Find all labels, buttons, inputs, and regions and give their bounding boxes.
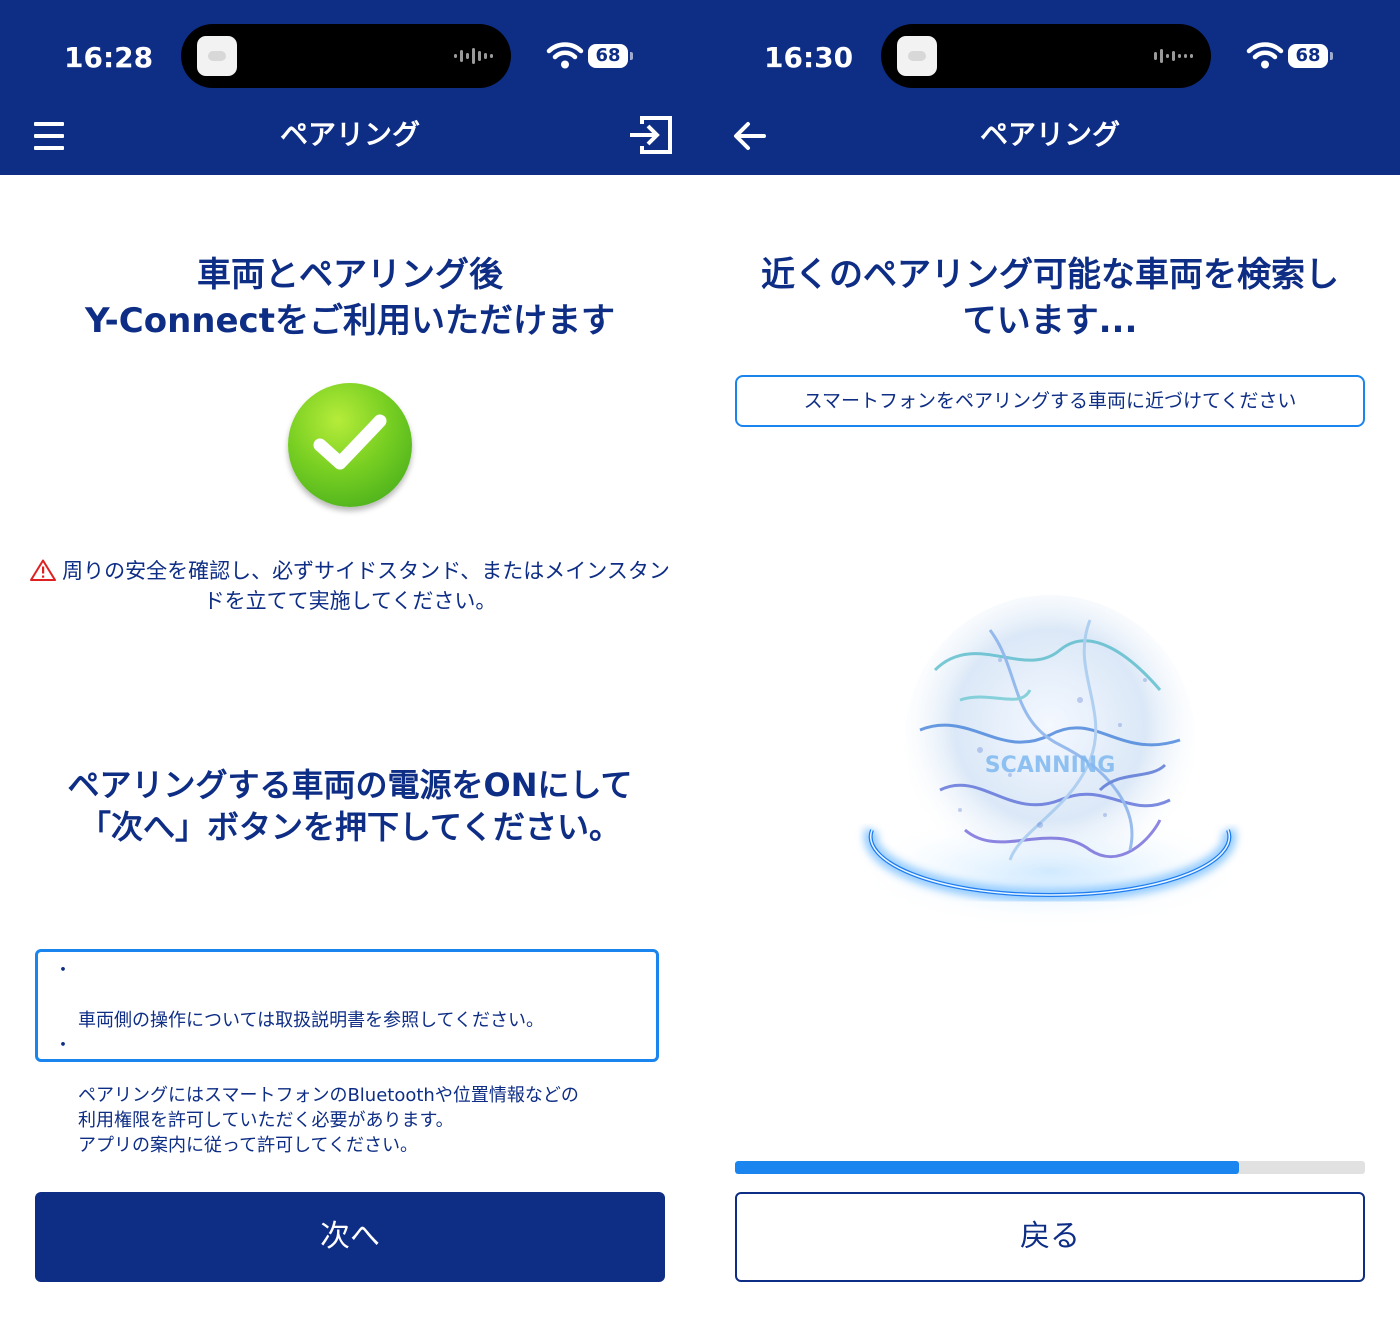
note-bullet: ・: [54, 1035, 72, 1056]
search-progress-fill: [735, 1161, 1239, 1174]
page-title: ペアリング: [979, 118, 1120, 151]
status-time: 16:30: [764, 41, 854, 74]
vehicle-search-screen: 16:30 68 ペアリング 近くのペアリング可能な車両を検索し ています...…: [700, 0, 1400, 1317]
warning-text: 周りの安全を確認し、必ずサイドスタンド、またはメインスタンドを立てて実施してくだ…: [62, 559, 670, 613]
note-item: ・ ペアリングにはスマートフォンのBluetoothや位置情報などの 利用権限を…: [48, 1033, 646, 1158]
battery-indicator: 68: [1288, 44, 1333, 68]
searching-heading: 近くのペアリング可能な車両を検索し ています...: [761, 255, 1339, 341]
app-header: 16:28 68 ペアリング: [0, 0, 700, 175]
safety-warning: 周りの安全を確認し、必ずサイドスタンド、またはメインスタンドを立てて実施してくだ…: [30, 556, 670, 616]
scanning-label: SCANNING: [985, 753, 1116, 778]
power-on-instruction: ペアリングする車両の電源をONにして 「次へ」ボタンを押下してください。: [67, 766, 633, 846]
notes-box: ・ 車両側の操作については取扱説明書を参照してください。 ・ ペアリングにはスマ…: [35, 949, 659, 1156]
hamburger-menu-icon[interactable]: [34, 120, 64, 152]
search-progress-bar: [735, 1161, 1365, 1174]
dynamic-island: [881, 24, 1211, 88]
note-text: ペアリングにはスマートフォンのBluetoothや位置情報などの 利用権限を許可…: [78, 1085, 579, 1156]
note-item: ・ 車両側の操作については取扱説明書を参照してください。: [48, 958, 646, 1033]
cloud-app-icon: [197, 36, 237, 76]
warning-triangle-icon: [30, 559, 57, 581]
audio-wave-icon: [1154, 49, 1193, 63]
page-title: ペアリング: [279, 118, 420, 151]
pairing-intro-screen: 16:28 68 ペアリング 車両とペアリング後 Y-Connectをご利用いた…: [0, 0, 700, 1317]
cloud-app-icon: [897, 36, 937, 76]
next-button[interactable]: 次へ: [35, 1192, 665, 1282]
wifi-icon: [546, 42, 584, 69]
wifi-icon: [1246, 42, 1284, 69]
back-arrow-icon[interactable]: [732, 118, 768, 154]
status-time: 16:28: [64, 41, 154, 74]
app-header: 16:30 68 ペアリング: [700, 0, 1400, 175]
battery-indicator: 68: [588, 44, 633, 68]
dynamic-island: [181, 24, 511, 88]
logout-icon[interactable]: [628, 114, 674, 156]
back-button[interactable]: 戻る: [735, 1192, 1365, 1282]
scanning-globe-graphic: SCANNING: [850, 595, 1250, 930]
proximity-hint: スマートフォンをペアリングする車両に近づけてください: [735, 375, 1365, 427]
success-check-icon: [288, 383, 412, 507]
note-bullet: ・: [54, 960, 72, 981]
audio-wave-icon: [454, 48, 493, 64]
intro-heading: 車両とペアリング後 Y-Connectをご利用いただけます: [85, 255, 615, 341]
note-text: 車両側の操作については取扱説明書を参照してください。: [78, 1010, 545, 1031]
